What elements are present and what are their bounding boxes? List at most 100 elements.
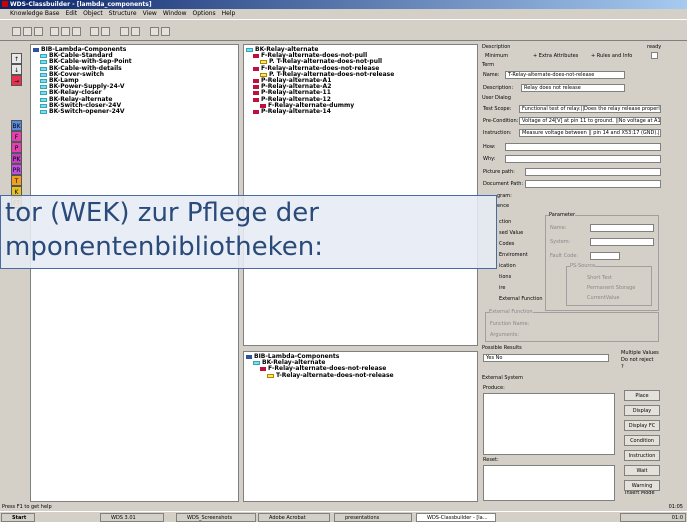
ps-source-group: PS-Source Short Test Permanent Storage C… (566, 263, 652, 306)
action-button-0[interactable]: Place (624, 390, 660, 401)
produce-field[interactable] (483, 393, 615, 455)
option-extra[interactable]: + Extra Attributes (533, 53, 578, 59)
option-rules[interactable]: + Rules and Info (591, 53, 632, 59)
task-classbuilder[interactable]: WDS-Classbuilder - [la... (416, 513, 496, 522)
window-icon[interactable] (120, 27, 129, 36)
start-button[interactable]: Start (1, 513, 35, 522)
menu-bar: Knowledge Base Edit Object Structure View Win… (0, 9, 687, 19)
name-field[interactable]: T-Relay-alternate-does-not-release (505, 71, 625, 79)
toolbox-button-7[interactable]: PR (11, 164, 22, 175)
toolbox-button-8[interactable]: T (11, 175, 22, 186)
task-acrobat[interactable]: Adobe Acrobat (258, 513, 330, 522)
reset-field[interactable] (483, 465, 615, 501)
tree-panel-path[interactable]: BIB-Lambda-Components BK-Relay-alternate F… (243, 351, 478, 502)
overlay-line-1: tor (WEK) zur Pflege der (5, 198, 319, 228)
precondition-label: Pre-Condition: (483, 118, 519, 124)
possible-results-field[interactable]: Yes No (483, 354, 609, 362)
task-presentations[interactable]: presentations (334, 513, 412, 522)
task-wds[interactable]: WDS 3.01 (100, 513, 164, 522)
app-icon (2, 1, 8, 7)
param-name-label: Name: (550, 225, 567, 231)
left-toolbox: ↑↓→BKFPPKPRTKFT (0, 41, 30, 501)
toolbox-button-3[interactable]: BK (11, 120, 22, 131)
toolbox-button-4[interactable]: F (11, 131, 22, 142)
attribute-option-2[interactable]: Codes (499, 241, 514, 247)
menu-item-1[interactable]: Edit (66, 10, 78, 17)
do-not-reject-checkbox[interactable]: Do not reject (621, 357, 653, 363)
menu-item-6[interactable]: Options (193, 10, 216, 17)
param-system-field[interactable] (590, 238, 654, 246)
open-file-icon[interactable] (23, 27, 32, 36)
tree-node[interactable]: BK-Switch-opener-24V (33, 107, 238, 115)
document-path-label: Document Path: (483, 181, 524, 187)
copy-icon[interactable] (61, 27, 70, 36)
precondition-field[interactable]: Voltage of 24[V] at pin 11 to ground. ||… (519, 117, 661, 125)
book-icon (33, 48, 39, 53)
menu-item-7[interactable]: Help (222, 10, 236, 17)
tree-node[interactable]: P-Relay-alternate-14 (246, 108, 477, 115)
save-icon[interactable] (34, 27, 43, 36)
document-path-field[interactable] (525, 180, 661, 188)
option-minimum[interactable]: Minimum (485, 53, 508, 59)
test-scope-field[interactable]: Functional test of relay:||Does the rela… (519, 105, 661, 113)
description-label: Description (482, 44, 511, 50)
attribute-option-0[interactable]: ction (499, 219, 511, 225)
ps-opt-0[interactable]: Short Test (587, 275, 612, 281)
help-icon[interactable] (90, 27, 99, 36)
picture-path-label: Picture path: (483, 169, 515, 175)
menu-item-4[interactable]: View (143, 10, 157, 17)
action-button-6[interactable]: Warning (624, 480, 660, 491)
why-field[interactable] (505, 155, 661, 163)
context-help-icon[interactable] (101, 27, 110, 36)
attribute-option-5[interactable]: tions (499, 274, 511, 280)
action-button-2[interactable]: Display FC (624, 420, 660, 431)
attribute-option-6[interactable]: ire (499, 285, 505, 291)
ready-checkbox[interactable] (651, 52, 658, 59)
folder-icon (40, 79, 47, 84)
ps-opt-2[interactable]: CurrentValue (587, 295, 620, 301)
toolbox-button-0[interactable]: ↑ (11, 53, 22, 64)
line-icon[interactable] (150, 27, 159, 36)
action-button-3[interactable]: Condition (624, 435, 660, 446)
ps-opt-1[interactable]: Permanent Storage (587, 285, 635, 291)
tree-panel-library[interactable]: BIB-Lambda-Components BK-Cable-Standard BK… (30, 44, 239, 502)
action-button-5[interactable]: Wait (624, 465, 660, 476)
how-field[interactable] (505, 143, 661, 151)
tree-node-label: T-Relay-alternate-does-not-release (276, 371, 394, 379)
toolbox-button-1[interactable]: ↓ (11, 64, 22, 75)
attribute-option-3[interactable]: Enviroment (499, 252, 528, 258)
toolbox-button-5[interactable]: P (11, 142, 22, 153)
attribute-option-1[interactable]: sed Value (499, 230, 523, 236)
param-name-field[interactable] (590, 224, 654, 232)
toolbox-button-2[interactable]: → (11, 75, 22, 86)
tree-node[interactable]: T-Relay-alternate-does-not-release (246, 371, 477, 379)
attributes-panel: Description ready Minimum + Extra Attrib… (481, 44, 687, 502)
paste-icon[interactable] (72, 27, 81, 36)
attribute-option-4[interactable]: ication (499, 263, 516, 269)
toolbox-button-6[interactable]: PK (11, 153, 22, 164)
menu-item-5[interactable]: Window (163, 10, 187, 17)
question-checkbox[interactable]: ? (621, 364, 624, 370)
attribute-option-7[interactable]: External Function (499, 296, 543, 302)
action-button-1[interactable]: Display (624, 405, 660, 416)
instruction-field[interactable]: Measure voltage between || pin 14 and X5… (519, 129, 661, 137)
tile-icon[interactable] (131, 27, 140, 36)
description-field[interactable]: Relay does not release (521, 84, 625, 92)
param-fault-field[interactable] (590, 252, 620, 260)
scope-label: Test Scope: (483, 106, 512, 112)
reset-label: Reset: (483, 457, 499, 463)
multiple-values-checkbox[interactable]: Multiple Values (621, 350, 659, 356)
cursor-icon[interactable] (161, 27, 170, 36)
menu-item-0[interactable]: Knowledge Base (10, 10, 60, 17)
cut-icon[interactable] (50, 27, 59, 36)
action-button-4[interactable]: Instruction (624, 450, 660, 461)
menu-item-3[interactable]: Structure (109, 10, 137, 17)
menu-item-2[interactable]: Object (83, 10, 103, 17)
new-file-icon[interactable] (12, 27, 21, 36)
picture-path-field[interactable] (525, 168, 661, 176)
book-icon (253, 66, 259, 71)
title-bar: WDS-Classbuilder - [lambda_components] (0, 0, 687, 9)
task-screenshots[interactable]: WDS_Screenshots (176, 513, 256, 522)
possible-results-label: Possible Results (482, 345, 522, 351)
tree-node-label: BK-Switch-opener-24V (49, 107, 125, 115)
